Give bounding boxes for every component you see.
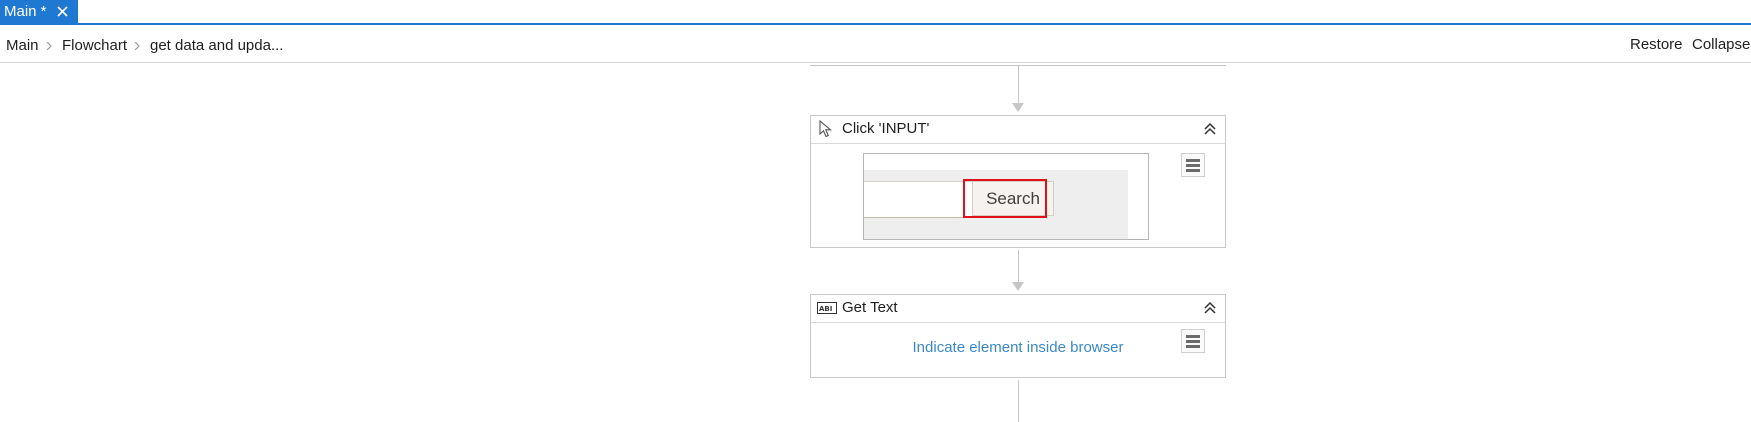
double-chevron-up-icon[interactable] xyxy=(1203,122,1217,136)
activity-menu-button[interactable] xyxy=(1181,153,1205,177)
preview-input-field xyxy=(864,181,972,218)
menu-bar xyxy=(1186,158,1200,162)
get-text-icon: ABI xyxy=(817,302,837,314)
menu-bar xyxy=(1186,168,1200,172)
close-icon[interactable] xyxy=(55,4,70,19)
element-screenshot-preview[interactable]: Search xyxy=(863,153,1149,240)
activity-title: Get Text xyxy=(842,299,898,316)
breadcrumb-item-current[interactable]: get data and upda... xyxy=(150,37,283,54)
activity-click-input[interactable]: Click 'INPUT' Search xyxy=(810,115,1226,248)
connector-line xyxy=(1018,250,1019,284)
document-tab-strip: Main * xyxy=(0,0,1751,25)
tab-main[interactable]: Main * xyxy=(0,0,78,23)
activity-title: Click 'INPUT' xyxy=(842,120,930,137)
connector-line xyxy=(1018,66,1019,106)
tab-main-label: Main * xyxy=(4,3,47,20)
svg-text:ABI: ABI xyxy=(819,305,832,313)
activity-menu-button[interactable] xyxy=(1181,329,1205,353)
arrow-down-icon xyxy=(1012,103,1024,112)
menu-bar xyxy=(1186,344,1200,348)
chevron-right-icon xyxy=(46,42,52,50)
menu-bar xyxy=(1186,334,1200,338)
activity-header[interactable]: ABI Get Text xyxy=(811,295,1225,323)
menu-bar xyxy=(1186,163,1200,167)
arrow-down-icon xyxy=(1012,282,1024,291)
connector-line xyxy=(1018,380,1019,422)
pointer-icon xyxy=(819,120,833,138)
breadcrumb-item-flowchart[interactable]: Flowchart xyxy=(62,37,127,54)
chevron-right-icon xyxy=(134,42,140,50)
restore-button[interactable]: Restore xyxy=(1630,36,1683,53)
target-highlight xyxy=(963,179,1047,218)
breadcrumb: Main Flowchart get data and upda... Rest… xyxy=(0,25,1751,63)
collapse-button[interactable]: Collapse xyxy=(1692,36,1750,53)
breadcrumb-item-main[interactable]: Main xyxy=(6,37,39,54)
indicate-element-link[interactable]: Indicate element inside browser xyxy=(811,339,1225,356)
menu-bar xyxy=(1186,339,1200,343)
double-chevron-up-icon[interactable] xyxy=(1203,301,1217,315)
activity-header[interactable]: Click 'INPUT' xyxy=(811,116,1225,144)
activity-get-text[interactable]: ABI Get Text Indicate element inside bro… xyxy=(810,294,1226,378)
designer-canvas[interactable]: Click 'INPUT' Search ABI Get Text Indica… xyxy=(0,63,1751,422)
